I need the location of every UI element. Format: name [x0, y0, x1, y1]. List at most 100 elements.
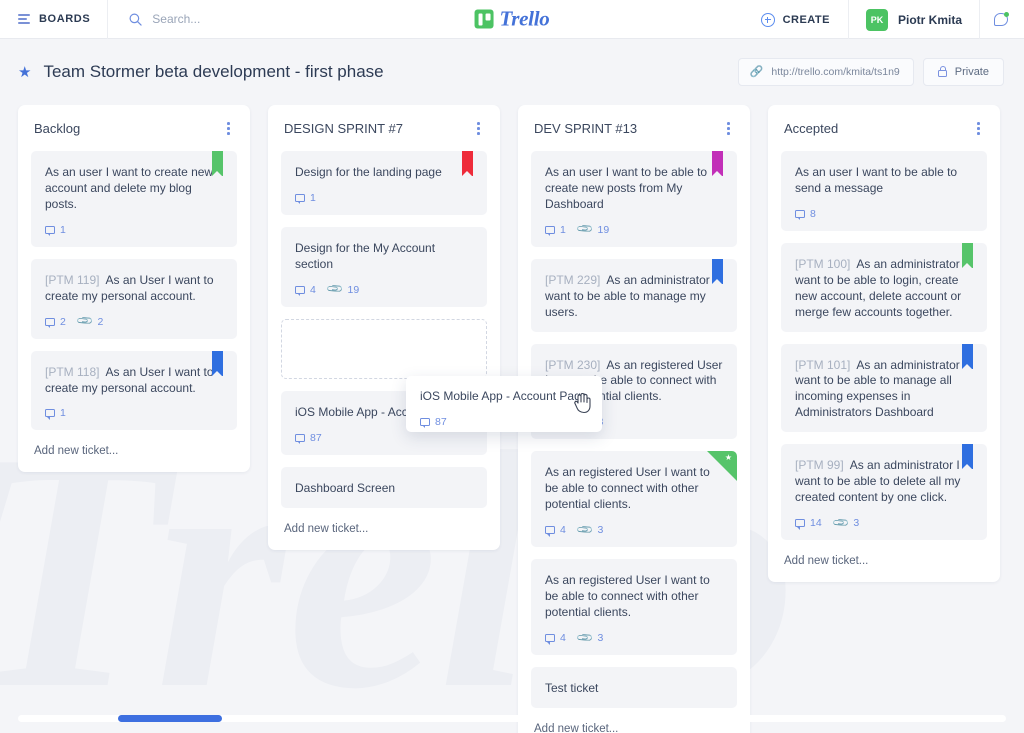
trello-app: BOARDS Trello CREATE PK Piotr Kmita [0, 0, 1024, 733]
search-input[interactable] [152, 12, 362, 26]
add-new-ticket-button[interactable]: Add new ticket... [281, 520, 487, 540]
add-new-ticket-button[interactable]: Add new ticket... [781, 552, 987, 572]
paperclip-icon: 📎 [577, 629, 594, 646]
list-menu-button[interactable] [473, 119, 484, 138]
comment-bubble-icon [545, 526, 555, 534]
card[interactable]: Design for the My Account section 4 📎 19 [281, 227, 487, 307]
comment-count: 1 [545, 224, 566, 236]
card-meta: 4📎3 [545, 632, 723, 644]
paperclip-icon: 📎 [577, 521, 594, 538]
list-menu-button[interactable] [723, 119, 734, 138]
comment-bubble-icon [295, 194, 305, 202]
paperclip-icon: 📎 [327, 281, 344, 298]
card-id: [PTM 99] [795, 458, 844, 472]
card[interactable]: [PTM 229] As an administrator I want to … [531, 259, 737, 332]
star-icon[interactable]: ★ [18, 65, 31, 80]
comment-count-value: 4 [310, 284, 316, 296]
card[interactable]: ★As an registered User I want to be able… [531, 451, 737, 547]
card[interactable]: Dashboard Screen [281, 467, 487, 508]
card-meta: 14📎3 [795, 517, 973, 529]
notifications-button[interactable] [979, 0, 1024, 39]
card-title: As an user I want to create new account … [45, 165, 223, 213]
card-title-text: As an user I want to create new account … [45, 165, 213, 211]
card[interactable]: [PTM 119] As an User I want to create my… [31, 259, 237, 339]
comment-count-value: 1 [560, 224, 566, 236]
card[interactable]: As an user I want to be able to send a m… [781, 151, 987, 231]
comment-bubble-icon [45, 226, 55, 234]
list-header: Accepted [781, 119, 987, 138]
create-button[interactable]: CREATE [743, 0, 848, 39]
card-title: Test ticket [545, 681, 723, 697]
visibility-button[interactable]: Private [923, 58, 1004, 86]
attachment-count: 📎2 [79, 316, 104, 328]
comment-count: 2 [45, 316, 66, 328]
card-title: Dashboard Screen [295, 481, 473, 497]
avatar: PK [866, 9, 888, 31]
card-meta: 4 📎 19 [295, 284, 473, 296]
comment-count-value: 8 [810, 208, 816, 220]
user-menu[interactable]: PK Piotr Kmita [848, 0, 979, 39]
comment-count: 4 [295, 284, 316, 296]
trello-logo-text: Trello [500, 7, 550, 32]
card-title-text: As an user I want to be able to create n… [545, 165, 707, 211]
comment-count: 1 [295, 192, 316, 204]
comment-count: 4 [545, 524, 566, 536]
card-title-text: As an registered User I want to be able … [545, 465, 710, 511]
horizontal-scrollbar-thumb[interactable] [118, 715, 222, 722]
boards-button[interactable]: BOARDS [0, 0, 108, 39]
card[interactable]: As an registered User I want to be able … [531, 559, 737, 655]
boards-button-label: BOARDS [39, 13, 90, 25]
card[interactable]: As an user I want to create new account … [31, 151, 237, 247]
add-new-ticket-button[interactable]: Add new ticket... [31, 442, 237, 462]
card[interactable]: Design for the landing page 1 [281, 151, 487, 215]
card-title-text: Design for the My Account section [295, 241, 435, 271]
comment-count: 4 [545, 632, 566, 644]
card[interactable]: [PTM 101] As an administrator I want to … [781, 344, 987, 433]
trello-logo[interactable]: Trello [475, 7, 550, 32]
card-corner-badge [707, 451, 737, 481]
comment-bubble-icon [795, 519, 805, 527]
comment-count: 1 [45, 407, 66, 419]
list-column: Accepted As an user I want to be able to … [768, 105, 1000, 582]
card-title: As an user I want to be able to send a m… [795, 165, 973, 197]
attachment-count-value: 3 [853, 517, 859, 529]
paperclip-icon: 📎 [77, 313, 94, 330]
nav-right-group: CREATE PK Piotr Kmita [743, 0, 1024, 39]
list-menu-button[interactable] [973, 119, 984, 138]
card-title: [PTM 229] As an administrator I want to … [545, 273, 723, 321]
horizontal-scrollbar-track[interactable] [18, 715, 1006, 722]
card[interactable]: [PTM 118] As an User I want to create my… [31, 351, 237, 431]
paperclip-icon: 📎 [577, 221, 594, 238]
list-title: Accepted [784, 121, 838, 136]
card-title-text: As an registered User I want to be able … [545, 573, 710, 619]
card-id: [PTM 118] [45, 365, 99, 379]
card[interactable]: As an user I want to be able to create n… [531, 151, 737, 247]
card[interactable]: [PTM 100] As an administrator I want to … [781, 243, 987, 332]
card-meta: 87 [295, 432, 473, 444]
card-meta: 2 📎2 [45, 316, 223, 328]
card[interactable]: [PTM 99] As an administrator I want to b… [781, 444, 987, 540]
dragged-card-meta: 87 [420, 416, 588, 428]
search-icon [129, 13, 142, 26]
attachment-count-value: 3 [598, 524, 604, 536]
card-title-text: Design for the landing page [295, 165, 442, 179]
card-title: Design for the My Account section [295, 241, 473, 273]
plus-circle-icon [761, 13, 775, 27]
card-title: [PTM 100] As an administrator I want to … [795, 257, 973, 321]
comment-count: 87 [420, 416, 447, 428]
attachment-count-value: 19 [348, 284, 360, 296]
comment-count-value: 4 [560, 524, 566, 536]
card-meta: 8 [795, 208, 973, 220]
board-header-actions: 🔗 http://trello.com/kmita/ts1n9 Private [738, 58, 1004, 86]
comment-bubble-icon [45, 409, 55, 417]
board-url-pill[interactable]: 🔗 http://trello.com/kmita/ts1n9 [738, 58, 914, 86]
card-id: [PTM 119] [45, 273, 99, 287]
comment-count-value: 87 [435, 416, 447, 428]
card[interactable]: Test ticket [531, 667, 737, 708]
notification-badge-dot [1004, 12, 1009, 17]
comment-count-value: 14 [810, 517, 822, 529]
list-menu-button[interactable] [223, 119, 234, 138]
dragged-card[interactable]: iOS Mobile App - Account Page 87 [406, 376, 602, 432]
trello-logo-icon [475, 10, 494, 29]
list-column: DESIGN SPRINT #7Design for the landing p… [268, 105, 500, 550]
